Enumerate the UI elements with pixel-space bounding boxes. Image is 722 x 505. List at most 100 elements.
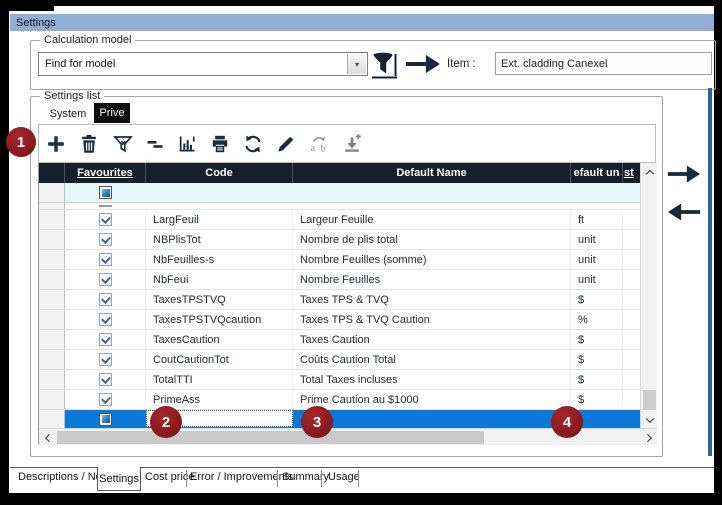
default-unit-cell[interactable]: $ bbox=[571, 350, 623, 369]
favourites-cell[interactable] bbox=[65, 410, 146, 428]
default-name-cell[interactable]: Taxes Caution bbox=[293, 330, 571, 349]
code-cell[interactable]: NbFeuilles-s bbox=[146, 250, 293, 269]
row-selector[interactable] bbox=[39, 183, 65, 202]
rename-ab-button[interactable]: a b bbox=[308, 133, 330, 155]
default-unit-cell[interactable]: $ bbox=[571, 290, 623, 309]
favourite-checkbox[interactable] bbox=[99, 313, 112, 326]
favourite-checkbox[interactable] bbox=[99, 333, 112, 346]
favourites-cell[interactable] bbox=[65, 350, 146, 369]
code-cell[interactable]: TotalTTI bbox=[146, 370, 293, 389]
add-button[interactable] bbox=[45, 133, 67, 155]
favourite-checkbox[interactable] bbox=[99, 413, 112, 426]
delete-button[interactable] bbox=[78, 133, 100, 155]
move-right-button[interactable] bbox=[666, 162, 702, 186]
code-cell[interactable]: LargFeuil bbox=[146, 210, 293, 229]
default-unit-cell[interactable]: $ bbox=[571, 370, 623, 389]
print-button[interactable] bbox=[209, 133, 231, 155]
favourite-checkbox[interactable] bbox=[99, 213, 112, 226]
table-row[interactable]: NbFeuiNombre Feuillesunit bbox=[39, 270, 640, 290]
default-unit-cell[interactable]: unit bbox=[571, 250, 623, 269]
default-unit-cell[interactable]: $ bbox=[571, 330, 623, 349]
header-favourites[interactable]: Favourites bbox=[65, 163, 146, 183]
table-row[interactable]: CoutCautionTotCoûts Caution Total$ bbox=[39, 350, 640, 370]
vertical-scrollbar-thumb[interactable] bbox=[643, 390, 656, 410]
default-unit-cell[interactable]: unit bbox=[571, 270, 623, 289]
default-unit-cell[interactable]: % bbox=[571, 310, 623, 329]
tab-cost-price[interactable]: Cost price bbox=[145, 471, 195, 483]
item-field[interactable] bbox=[495, 52, 712, 75]
favourite-checkbox[interactable] bbox=[99, 273, 112, 286]
row-selector[interactable] bbox=[39, 410, 65, 428]
header-default-name[interactable]: Default Name bbox=[293, 163, 571, 183]
default-name-cell[interactable]: Largeur Feuille bbox=[293, 210, 571, 229]
horizontal-scrollbar-thumb[interactable] bbox=[57, 431, 484, 444]
favourites-cell[interactable] bbox=[65, 290, 146, 309]
default-name-cell[interactable]: Nombre de plis total bbox=[293, 230, 571, 249]
default-unit-cell[interactable]: $ bbox=[571, 390, 623, 409]
refresh-button[interactable] bbox=[242, 133, 264, 155]
model-dropdown[interactable]: Find for model ▾ bbox=[38, 52, 368, 76]
subtract-button[interactable] bbox=[144, 133, 166, 155]
table-row[interactable]: TaxesTPSTVQTaxes TPS & TVQ$ bbox=[39, 290, 640, 310]
filter-button[interactable] bbox=[112, 133, 134, 155]
apply-arrow-button[interactable] bbox=[404, 53, 442, 75]
row-selector[interactable] bbox=[39, 230, 65, 249]
default-name-cell[interactable]: Total Taxes incluses bbox=[293, 370, 571, 389]
scroll-down-button[interactable] bbox=[641, 411, 658, 428]
favourites-cell[interactable] bbox=[65, 370, 146, 389]
default-name-cell[interactable]: Taxes TPS & TVQ bbox=[293, 290, 571, 309]
favourites-cell[interactable] bbox=[65, 390, 146, 409]
tab-summary[interactable]: Summary bbox=[282, 471, 329, 483]
st-cell[interactable] bbox=[623, 250, 640, 269]
st-cell[interactable] bbox=[623, 310, 640, 329]
collapsed-row[interactable] bbox=[39, 203, 640, 210]
row-selector[interactable] bbox=[39, 203, 65, 209]
row-selector[interactable] bbox=[39, 250, 65, 269]
favourites-cell[interactable] bbox=[65, 330, 146, 349]
favourites-cell[interactable] bbox=[65, 210, 146, 229]
header-default-unit[interactable]: efault un bbox=[571, 163, 623, 183]
default-name-cell[interactable]: Prime Caution au $1000 bbox=[293, 390, 571, 409]
default-unit-cell[interactable]: ft bbox=[571, 210, 623, 229]
tab-usage[interactable]: Usage bbox=[328, 471, 360, 483]
import-download-button[interactable] bbox=[341, 133, 363, 155]
row-selector[interactable] bbox=[39, 390, 65, 409]
row-selector[interactable] bbox=[39, 270, 65, 289]
default-name-cell[interactable]: Taxes TPS & TVQ Caution bbox=[293, 310, 571, 329]
tab-settings-active[interactable]: Settings bbox=[97, 467, 141, 491]
code-cell[interactable]: NbFeui bbox=[146, 270, 293, 289]
favourite-checkbox[interactable] bbox=[99, 233, 112, 246]
header-st[interactable]: st bbox=[623, 163, 640, 183]
st-cell[interactable] bbox=[623, 370, 640, 389]
code-cell[interactable]: NBPlisTot bbox=[146, 230, 293, 249]
st-cell[interactable] bbox=[623, 210, 640, 229]
table-row[interactable]: LargFeuilLargeur Feuilleft bbox=[39, 210, 640, 230]
st-cell[interactable] bbox=[623, 350, 640, 369]
scroll-up-button[interactable] bbox=[641, 163, 658, 180]
table-row[interactable]: TaxesTPSTVQcautionTaxes TPS & TVQ Cautio… bbox=[39, 310, 640, 330]
st-cell[interactable] bbox=[623, 330, 640, 349]
table-row[interactable]: TaxesCautionTaxes Caution$ bbox=[39, 330, 640, 350]
code-cell[interactable]: TaxesTPSTVQcaution bbox=[146, 310, 293, 329]
scroll-left-button[interactable] bbox=[39, 429, 56, 446]
model-dropdown-button[interactable]: ▾ bbox=[347, 54, 366, 74]
row-selector[interactable] bbox=[39, 290, 65, 309]
header-code[interactable]: Code bbox=[146, 163, 293, 183]
code-cell[interactable]: TaxesTPSTVQ bbox=[146, 290, 293, 309]
default-unit-cell[interactable]: unit bbox=[571, 230, 623, 249]
table-row[interactable]: NbFeuilles-sNombre Feuilles (somme)unit bbox=[39, 250, 640, 270]
table-row[interactable]: PrimeAssPrime Caution au $1000$ bbox=[39, 390, 640, 410]
tab-system[interactable]: System bbox=[44, 104, 92, 123]
row-selector[interactable] bbox=[39, 310, 65, 329]
row-selector[interactable] bbox=[39, 330, 65, 349]
table-row[interactable]: TotalTTITotal Taxes incluses$ bbox=[39, 370, 640, 390]
code-cell[interactable]: CoutCautionTot bbox=[146, 350, 293, 369]
scroll-right-button[interactable] bbox=[640, 429, 657, 446]
favourites-cell[interactable] bbox=[65, 310, 146, 329]
favourites-cell[interactable] bbox=[65, 230, 146, 249]
selected-new-row[interactable] bbox=[39, 410, 640, 428]
favourite-checkbox[interactable] bbox=[99, 353, 112, 366]
table-row[interactable]: NBPlisTotNombre de plis totalunit bbox=[39, 230, 640, 250]
favourite-checkbox[interactable] bbox=[99, 393, 112, 406]
favourite-checkbox[interactable] bbox=[99, 293, 112, 306]
